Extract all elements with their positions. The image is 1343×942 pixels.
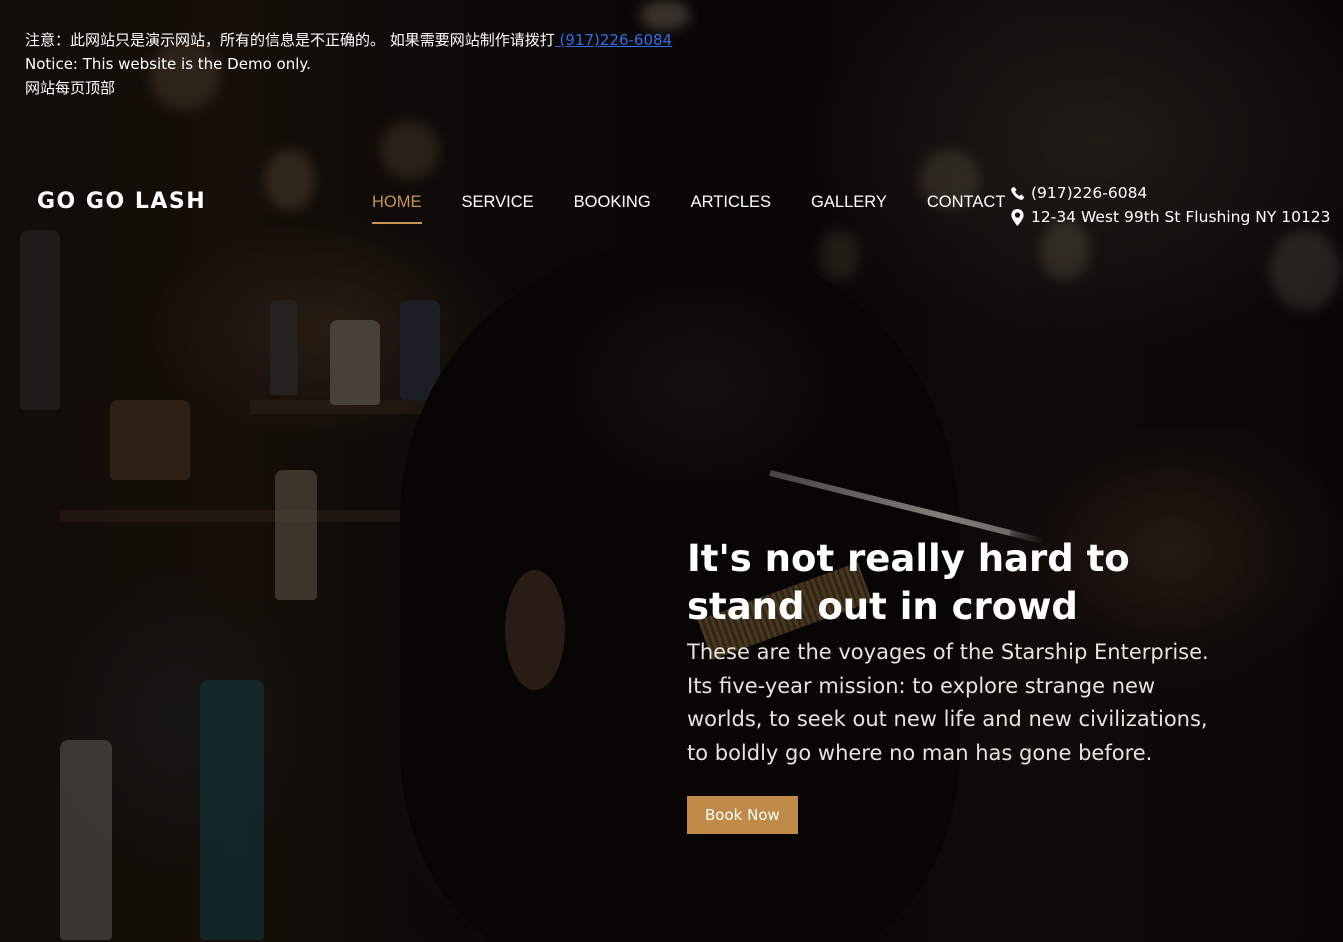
hero-title: It's not really hard to stand out in cro… [687, 537, 1130, 628]
notice-chinese-text: 注意：此网站只是演示网站，所有的信息是不正确的。 如果需要网站制作请拨打 [25, 31, 555, 49]
notice-phone-link[interactable]: (917)226-6084 [555, 31, 673, 49]
hero-description: These are the voyages of the Starship En… [687, 640, 1209, 765]
map-marker-icon [1011, 208, 1024, 226]
header-phone-text: (917)226-6084 [1031, 184, 1148, 202]
site-logo[interactable]: GO GO LASH [37, 189, 206, 214]
nav-contact[interactable]: CONTACT [927, 193, 1006, 224]
demo-notice: 注意：此网站只是演示网站，所有的信息是不正确的。 如果需要网站制作请拨打 (91… [25, 28, 672, 100]
book-now-button[interactable]: Book Now [687, 796, 798, 834]
header-contact-info: (917)226-6084 12-34 West 99th St Flushin… [1010, 181, 1331, 229]
header-address: 12-34 West 99th St Flushing NY 10123 [1010, 205, 1331, 229]
phone-icon [1011, 186, 1025, 200]
hero-section: It's not really hard to stand out in cro… [687, 535, 1257, 834]
header-address-text: 12-34 West 99th St Flushing NY 10123 [1031, 208, 1331, 226]
nav-service[interactable]: SERVICE [462, 193, 534, 224]
nav-booking[interactable]: BOOKING [574, 193, 651, 224]
notice-line-english: Notice: This website is the Demo only. [25, 55, 311, 73]
header-phone[interactable]: (917)226-6084 [1010, 181, 1331, 205]
notice-line-top: 网站每页顶部 [25, 79, 116, 97]
notice-line-chinese: 注意：此网站只是演示网站，所有的信息是不正确的。 如果需要网站制作请拨打 (91… [25, 28, 672, 52]
nav-gallery[interactable]: GALLERY [811, 193, 887, 224]
page: 注意：此网站只是演示网站，所有的信息是不正确的。 如果需要网站制作请拨打 (91… [0, 0, 1343, 942]
nav-home[interactable]: HOME [372, 193, 422, 224]
nav-articles[interactable]: ARTICLES [691, 193, 771, 224]
main-nav: HOME SERVICE BOOKING ARTICLES GALLERY CO… [372, 193, 1045, 224]
